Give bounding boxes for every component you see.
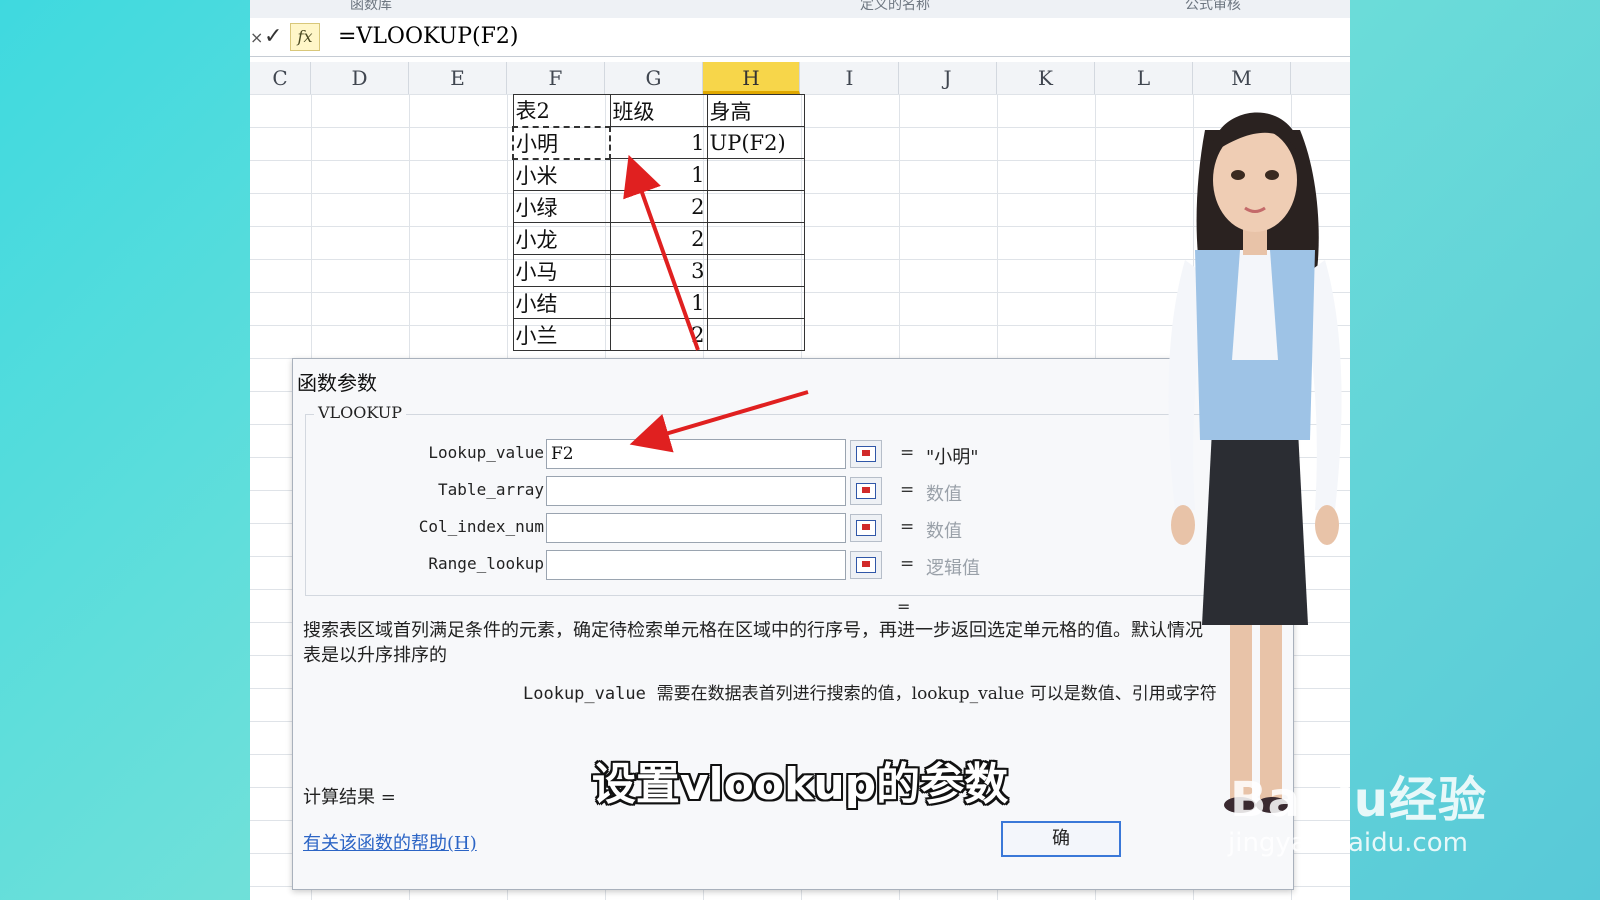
cell-f3[interactable]: 小米 [512,158,611,191]
cell-f6[interactable]: 小马 [512,254,611,287]
enter-check-icon[interactable]: ✓ [264,24,282,49]
column-header-d[interactable]: D [311,62,409,94]
cell-g8[interactable]: 2 [609,318,708,351]
cell-h5[interactable] [706,222,805,255]
cell-f7[interactable]: 小结 [512,286,611,319]
function-description-line2: 表是以升序排序的 [303,645,447,666]
arg-equals: = [900,517,915,537]
parameter-description: Lookup_value 需要在数据表首列进行搜索的值，lookup_value… [523,679,1217,704]
function-name-label: VLOOKUP [314,403,407,422]
cell-g7[interactable]: 1 [609,286,708,319]
function-description: 搜索表区域首列满足条件的元素，确定待检索单元格在区域中的行序号，再进一步返回选定… [303,621,1203,641]
collapse-dialog-icon[interactable] [850,514,882,542]
column-header-i[interactable]: I [801,62,899,94]
lookup-value-input[interactable]: F2 [546,439,846,469]
baidu-watermark: Baidu经验 jingyan.baidu.com [1220,752,1520,862]
column-header-k[interactable]: K [997,62,1095,94]
insert-function-icon[interactable]: fx [290,23,320,51]
column-header-f[interactable]: F [507,62,605,94]
cell-h8[interactable] [706,318,805,351]
arg-row-table-array: Table_array = 数值 [306,476,1266,508]
ribbon-group-defined-names[interactable]: 定义的名称 [860,0,930,14]
arg-equals: = [900,554,915,574]
col-index-num-input[interactable] [546,513,846,543]
arg-preview-value: "小明" [926,447,979,468]
cell-f1[interactable]: 表2 [512,94,611,127]
cell-f5[interactable]: 小龙 [512,222,611,255]
arg-label: Col_index_num [418,517,544,536]
parameter-name: Lookup_value [523,684,646,704]
cell-g5[interactable]: 2 [609,222,708,255]
dialog-title: 函数参数 [297,371,377,395]
arg-label: Lookup_value [428,443,544,462]
cell-g3[interactable]: 1 [609,158,708,191]
formula-input[interactable]: =VLOOKUP(F2) [338,24,518,49]
arg-row-col-index-num: Col_index_num = 数值 [306,513,1266,545]
cell-f2[interactable]: 小明 [512,125,611,160]
arguments-group: VLOOKUP Lookup_value F2 = "小明" Table_arr… [305,403,1267,596]
column-header-g[interactable]: G [605,62,703,94]
cell-f8[interactable]: 小兰 [512,318,611,351]
column-header-j[interactable]: J [899,62,997,94]
collapse-dialog-icon[interactable] [850,440,882,468]
arg-row-range-lookup: Range_lookup = 逻辑值 [306,550,1266,582]
arg-preview-value: 数值 [926,521,962,542]
arg-label: Table_array [438,480,544,499]
collapse-dialog-icon[interactable] [850,551,882,579]
range-lookup-input[interactable] [546,550,846,580]
column-header-e[interactable]: E [409,62,507,94]
baidu-jingyan-logo: Baidu经验 [1230,772,1487,828]
table-array-input[interactable] [546,476,846,506]
cell-h6[interactable] [706,254,805,287]
arg-row-lookup-value: Lookup_value F2 = "小明" [306,439,1266,471]
arg-label: Range_lookup [428,554,544,573]
arg-equals: = [900,443,915,463]
collapse-dialog-icon[interactable] [850,477,882,505]
cell-h1[interactable]: 身高 [706,94,805,127]
formula-bar: × ✓ fx =VLOOKUP(F2) [250,18,1350,57]
ribbon-group-function-library[interactable]: 函数库 [350,0,392,14]
arg-preview-value: 逻辑值 [926,558,980,579]
ribbon-group-formula-auditing[interactable]: 公式审核 [1185,0,1241,14]
ok-button[interactable]: 确 [1001,821,1121,857]
cell-f4[interactable]: 小绿 [512,190,611,223]
cell-h2[interactable]: UP(F2) [706,126,805,159]
sheet-data-table: 表2 班级 身高 小明 1 UP(F2) 小米 1 小绿 2 小龙 2 小马 3 [512,94,805,351]
cell-h4[interactable] [706,190,805,223]
cancel-icon[interactable]: × [250,28,263,47]
cell-g4[interactable]: 2 [609,190,708,223]
arg-preview-value: 数值 [926,484,962,505]
column-header-c[interactable]: C [250,62,311,94]
watermark-url: jingyan.baidu.com [1228,828,1468,858]
cell-g1[interactable]: 班级 [609,94,708,127]
cell-g6[interactable]: 3 [609,254,708,287]
column-header-h[interactable]: H [703,62,800,94]
function-help-link[interactable]: 有关该函数的帮助(H) [303,829,477,855]
formula-result-equals: = [897,597,911,616]
cell-g2[interactable]: 1 [609,126,708,159]
arg-equals: = [900,480,915,500]
presenter-avatar [1168,112,1342,813]
cell-h7[interactable] [706,286,805,319]
ribbon-groups: 函数库 定义的名称 公式审核 [250,0,1350,19]
cell-h3[interactable] [706,158,805,191]
parameter-help-text: 需要在数据表首列进行搜索的值，lookup_value 可以是数值、引用或字符 [656,684,1217,704]
